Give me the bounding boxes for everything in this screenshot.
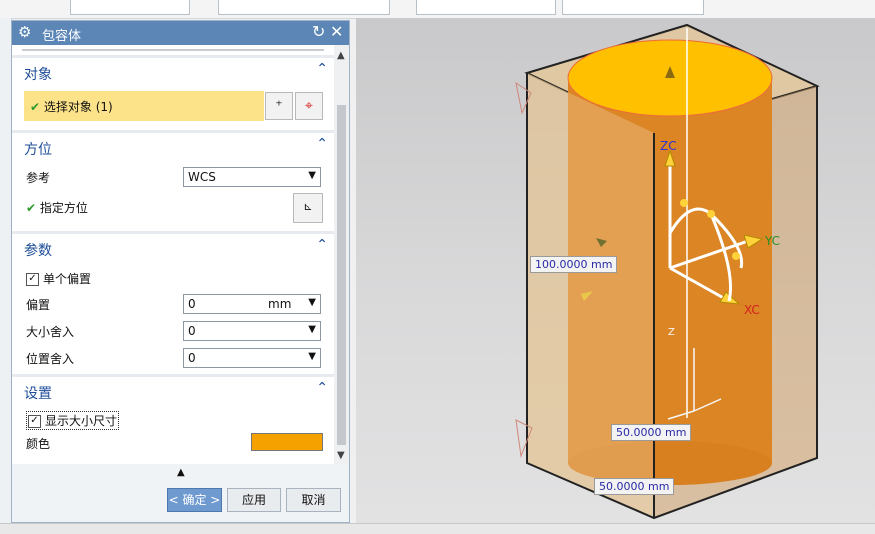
show-size-checkbox[interactable]: ✓ 显示大小尺寸 (26, 411, 120, 430)
dialog-titlebar[interactable]: ⚙ 包容体 ↻ ✕ (12, 21, 349, 45)
params-section-header[interactable]: 参数 (24, 240, 52, 260)
cancel-button[interactable]: 取消 (286, 488, 341, 512)
toolbar-field[interactable] (416, 0, 556, 15)
z-label: Z (668, 327, 675, 338)
size-round-dropdown[interactable]: 0 ▼ (183, 321, 321, 341)
offset-unit: mm (268, 297, 292, 311)
checkmark-icon: ✔ (26, 201, 37, 215)
add-object-icon[interactable]: ⁺ (265, 92, 293, 120)
scroll-up-icon[interactable]: ▲ (337, 50, 345, 61)
params-section: 参数 ⌃ ✓ 单个偏置 偏置 0 mm ▼ 大小舍入 0 ▼ 位置舍入 0 ▼ (12, 234, 334, 374)
section-stub (12, 45, 334, 55)
collapse-footer-icon[interactable]: ▲ (177, 467, 185, 478)
reset-icon[interactable]: ↻ (312, 22, 325, 41)
collapse-icon[interactable]: ⌃ (316, 136, 328, 152)
collapse-icon[interactable]: ⌃ (316, 61, 328, 77)
depth-dimension[interactable]: 50.0000 mm (594, 478, 675, 495)
dialog-footer: ▲ < 确定 > 应用 取消 (12, 464, 349, 522)
toolbar-field[interactable] (562, 0, 704, 15)
handle-point (680, 199, 688, 207)
position-round-value: 0 (188, 351, 196, 365)
offset-label: 偏置 (26, 298, 51, 312)
object-section: 对象 ⌃ ✔ 选择对象 (1) ⁺ ⌖ (12, 58, 334, 130)
handle-point (732, 252, 740, 260)
dialog-title: 包容体 (42, 29, 82, 44)
single-offset-label: 单个偏置 (43, 272, 92, 286)
specify-orientation-label: 指定方位 (39, 201, 88, 215)
height-dimension[interactable]: 100.0000 mm (530, 256, 618, 273)
select-object-field[interactable]: ✔ 选择对象 (1) (24, 91, 264, 121)
show-size-label: 显示大小尺寸 (45, 414, 118, 428)
dropdown-arrow-icon: ▼ (308, 297, 316, 308)
offset-value: 0 (188, 297, 196, 311)
checkbox-checked[interactable]: ✓ (26, 273, 39, 286)
select-object-label: 选择对象 (1) (43, 100, 113, 114)
offset-field[interactable]: 0 mm ▼ (183, 294, 321, 314)
reference-dropdown[interactable]: WCS ▼ (183, 167, 321, 187)
yc-label: YC (765, 234, 781, 248)
reference-value: WCS (188, 170, 216, 184)
size-round-value: 0 (188, 324, 196, 338)
box-front-face (527, 73, 654, 518)
orientation-section-header[interactable]: 方位 (24, 139, 52, 159)
checkmark-icon: ✔ (30, 100, 41, 114)
ok-button[interactable]: < 确定 > (167, 488, 222, 512)
crosshair-icon[interactable]: ⌖ (295, 92, 323, 120)
collapse-icon[interactable]: ⌃ (316, 380, 328, 396)
width-dimension[interactable]: 50.0000 mm (611, 424, 692, 441)
settings-section-header[interactable]: 设置 (24, 383, 52, 403)
gear-icon[interactable]: ⚙ (18, 23, 31, 41)
csys-icon[interactable]: ⊾ (293, 193, 323, 223)
scroll-down-icon[interactable]: ▼ (337, 450, 345, 461)
dropdown-arrow-icon: ▼ (308, 170, 316, 181)
bounding-body-dialog: ⚙ 包容体 ↻ ✕ 对象 ⌃ ✔ 选择对象 (1) ⁺ ⌖ 方位 ⌃ 参考 WC (11, 20, 350, 523)
checkbox-checked[interactable]: ✓ (28, 415, 41, 428)
position-round-label: 位置舍入 (26, 352, 75, 366)
scroll-thumb[interactable] (337, 105, 346, 445)
zc-label: ZC (660, 139, 677, 153)
xc-label: XC (744, 303, 760, 317)
toolbar-field[interactable] (70, 0, 190, 15)
position-round-dropdown[interactable]: 0 ▼ (183, 348, 321, 368)
collapse-icon[interactable]: ⌃ (316, 237, 328, 253)
dialog-scrollbar[interactable]: ▲ ▼ (334, 45, 349, 464)
single-offset-checkbox[interactable]: ✓ 单个偏置 (26, 270, 91, 287)
top-toolbar (0, 0, 875, 19)
close-icon[interactable]: ✕ (330, 22, 343, 41)
size-round-label: 大小舍入 (26, 325, 75, 339)
orientation-section: 方位 ⌃ 参考 WCS ▼ ✔ 指定方位 ⊾ (12, 133, 334, 231)
specify-orientation-row: ✔ 指定方位 (26, 199, 88, 216)
object-section-header[interactable]: 对象 (24, 64, 52, 84)
dropdown-arrow-icon: ▼ (308, 324, 316, 335)
settings-section: 设置 ⌃ ✓ 显示大小尺寸 颜色 (12, 377, 334, 464)
dialog-body: 对象 ⌃ ✔ 选择对象 (1) ⁺ ⌖ 方位 ⌃ 参考 WCS ▼ ✔ 指定方位… (12, 45, 334, 464)
color-label: 颜色 (26, 437, 51, 451)
status-bar (0, 523, 875, 534)
reference-label: 参考 (26, 171, 51, 185)
graphics-viewport[interactable]: ZC YC XC Z 100.0000 mm 50.0000 mm 50.000… (356, 18, 875, 523)
toolbar-field[interactable] (218, 0, 390, 15)
apply-button[interactable]: 应用 (227, 488, 281, 512)
handle-point (707, 210, 715, 218)
dropdown-arrow-icon: ▼ (308, 351, 316, 362)
color-swatch[interactable] (251, 433, 323, 451)
